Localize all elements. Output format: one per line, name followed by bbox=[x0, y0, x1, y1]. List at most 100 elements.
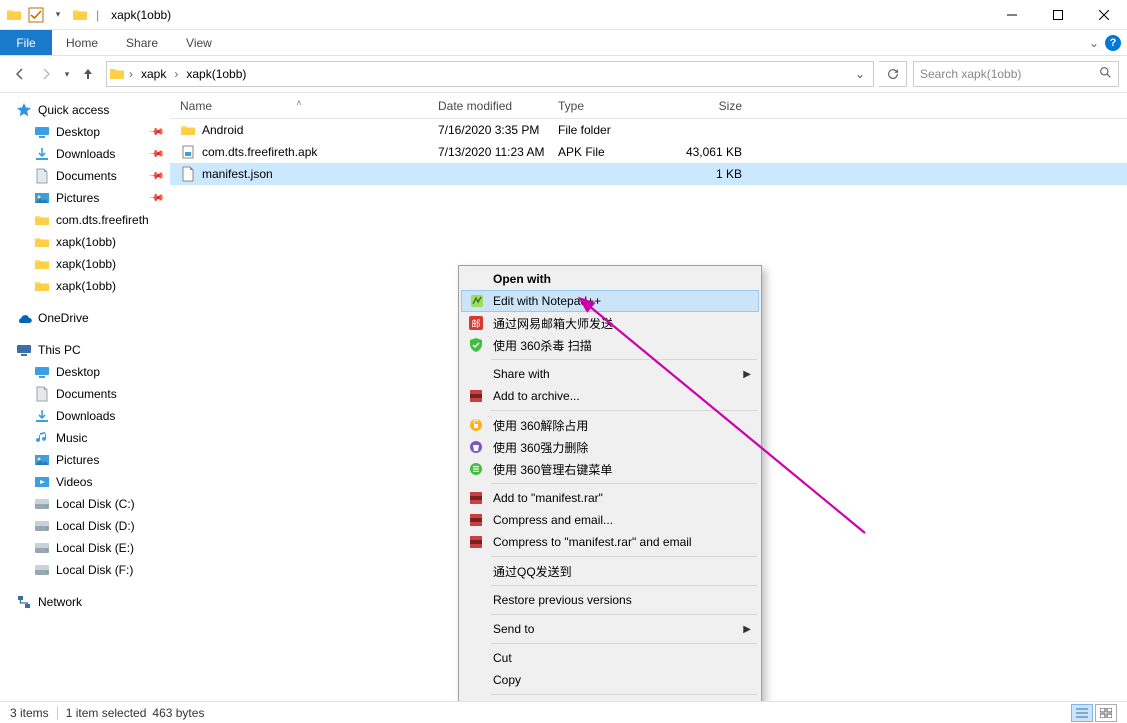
nav-back-button[interactable] bbox=[8, 62, 32, 86]
sidebar-item[interactable]: Music bbox=[0, 427, 170, 449]
sidebar-item[interactable]: Desktop bbox=[0, 361, 170, 383]
context-menu-item[interactable]: Send to▶ bbox=[461, 618, 759, 640]
file-row[interactable]: com.dts.freefireth.apk7/13/2020 11:23 AM… bbox=[170, 141, 1127, 163]
address-bar[interactable]: › xapk › xapk(1obb) ⌄ bbox=[106, 61, 874, 87]
file-row[interactable]: manifest.json1 KB bbox=[170, 163, 1127, 185]
status-selection: 1 item selected bbox=[66, 706, 147, 720]
window-title: xapk(1obb) bbox=[107, 8, 171, 22]
context-menu-item[interactable]: 使用 360强力删除 bbox=[461, 436, 759, 458]
context-menu-item[interactable]: 使用 360杀毒 扫描 bbox=[461, 334, 759, 356]
minimize-button[interactable] bbox=[989, 0, 1035, 30]
search-input[interactable]: Search xapk(1obb) bbox=[913, 61, 1119, 87]
context-menu-label: 使用 360强力删除 bbox=[493, 439, 588, 456]
sidebar-item[interactable]: xapk(1obb) bbox=[0, 231, 170, 253]
sidebar-item[interactable]: Local Disk (D:) bbox=[0, 515, 170, 537]
context-menu-item[interactable]: Create shortcut bbox=[461, 698, 759, 701]
sidebar-item-label: Downloads bbox=[56, 409, 115, 423]
help-icon[interactable]: ? bbox=[1105, 35, 1121, 51]
sidebar-onedrive[interactable]: OneDrive bbox=[0, 307, 170, 329]
refresh-button[interactable] bbox=[879, 61, 907, 87]
context-menu-item[interactable]: Compress to "manifest.rar" and email bbox=[461, 531, 759, 553]
column-size[interactable]: Size bbox=[668, 93, 758, 118]
breadcrumb-0[interactable]: xapk bbox=[137, 62, 170, 86]
context-menu-item[interactable]: Add to archive... bbox=[461, 385, 759, 407]
sidebar-item[interactable]: Local Disk (C:) bbox=[0, 493, 170, 515]
context-menu-item[interactable]: Share with▶ bbox=[461, 363, 759, 385]
sidebar-item[interactable]: Videos bbox=[0, 471, 170, 493]
context-menu-label: Edit with Notepad++ bbox=[493, 294, 601, 308]
onedrive-icon bbox=[16, 310, 32, 326]
sidebar-item[interactable]: Pictures bbox=[0, 449, 170, 471]
sidebar-item[interactable]: Documents bbox=[0, 383, 170, 405]
context-menu-separator bbox=[491, 643, 757, 644]
sidebar-item[interactable]: Downloads📌 bbox=[0, 143, 170, 165]
chevron-right-icon[interactable]: › bbox=[125, 67, 137, 81]
address-dropdown-icon[interactable]: ⌄ bbox=[849, 67, 871, 81]
column-type[interactable]: Type bbox=[548, 93, 668, 118]
sidebar-item[interactable]: com.dts.freefireth bbox=[0, 209, 170, 231]
breadcrumb-1[interactable]: xapk(1obb) bbox=[182, 62, 250, 86]
context-menu-item[interactable]: Cut bbox=[461, 647, 759, 669]
context-menu-label: Restore previous versions bbox=[493, 593, 632, 607]
qa-dropdown-icon[interactable]: ▾ bbox=[50, 7, 66, 23]
context-menu-label: 通过网易邮箱大师发送 bbox=[493, 315, 613, 332]
sidebar-item[interactable]: Desktop📌 bbox=[0, 121, 170, 143]
folder-icon bbox=[34, 234, 50, 250]
sidebar-item[interactable]: Downloads bbox=[0, 405, 170, 427]
pin-icon: 📌 bbox=[147, 168, 164, 185]
shield360-icon bbox=[467, 336, 485, 354]
sidebar-item[interactable]: xapk(1obb) bbox=[0, 253, 170, 275]
sidebar-item[interactable]: Pictures📌 bbox=[0, 187, 170, 209]
context-menu-item[interactable]: Restore previous versions bbox=[461, 589, 759, 611]
star-icon bbox=[16, 102, 32, 118]
sidebar-this-pc[interactable]: This PC bbox=[0, 339, 170, 361]
sidebar-item[interactable]: Local Disk (F:) bbox=[0, 559, 170, 581]
sidebar-item[interactable]: Local Disk (E:) bbox=[0, 537, 170, 559]
context-menu-item[interactable]: Edit with Notepad++ bbox=[461, 290, 759, 312]
context-menu-item[interactable]: Add to "manifest.rar" bbox=[461, 487, 759, 509]
context-menu-label: 使用 360杀毒 扫描 bbox=[493, 337, 592, 354]
qa-check-icon[interactable] bbox=[28, 7, 44, 23]
context-menu-item[interactable]: Compress and email... bbox=[461, 509, 759, 531]
column-date[interactable]: Date modified bbox=[428, 93, 548, 118]
desktop-icon bbox=[34, 124, 50, 140]
context-menu-separator bbox=[491, 556, 757, 557]
file-date: 7/16/2020 3:35 PM bbox=[428, 123, 548, 137]
svg-text:邮: 邮 bbox=[471, 318, 480, 329]
nav-up-button[interactable] bbox=[76, 62, 100, 86]
sidebar-item[interactable]: xapk(1obb) bbox=[0, 275, 170, 297]
sidebar-quick-access[interactable]: Quick access bbox=[0, 99, 170, 121]
context-menu-item[interactable]: 使用 360解除占用 bbox=[461, 414, 759, 436]
sidebar-item-label: Pictures bbox=[56, 191, 99, 205]
nav-forward-button[interactable] bbox=[34, 62, 58, 86]
search-placeholder: Search xapk(1obb) bbox=[920, 67, 1021, 81]
music-icon bbox=[34, 430, 50, 446]
chevron-right-icon[interactable]: › bbox=[170, 67, 182, 81]
context-menu-item[interactable]: 使用 360管理右键菜单 bbox=[461, 458, 759, 480]
sidebar-item-label: xapk(1obb) bbox=[56, 257, 116, 271]
ribbon: File Home Share View ⌄ ? bbox=[0, 30, 1127, 56]
sidebar-network[interactable]: Network bbox=[0, 591, 170, 613]
context-menu-item[interactable]: 邮 通过网易邮箱大师发送 bbox=[461, 312, 759, 334]
context-menu-item[interactable]: Copy bbox=[461, 669, 759, 691]
view-details-button[interactable] bbox=[1071, 704, 1093, 722]
rar-icon bbox=[467, 511, 485, 529]
close-button[interactable] bbox=[1081, 0, 1127, 30]
ribbon-tab-home[interactable]: Home bbox=[52, 30, 112, 55]
file-row[interactable]: Android7/16/2020 3:35 PMFile folder bbox=[170, 119, 1127, 141]
nav-recent-dropdown[interactable]: ▾ bbox=[60, 62, 74, 86]
view-large-button[interactable] bbox=[1095, 704, 1117, 722]
context-menu-item[interactable]: 通过QQ发送到 bbox=[461, 560, 759, 582]
context-menu-label: Add to "manifest.rar" bbox=[493, 491, 603, 505]
context-menu-label: Cut bbox=[493, 651, 512, 665]
ribbon-expand-icon[interactable]: ⌄ bbox=[1089, 36, 1099, 50]
maximize-button[interactable] bbox=[1035, 0, 1081, 30]
ribbon-file-tab[interactable]: File bbox=[0, 30, 52, 55]
sidebar-item[interactable]: Documents📌 bbox=[0, 165, 170, 187]
sidebar-item-label: Local Disk (F:) bbox=[56, 563, 133, 577]
ribbon-tab-view[interactable]: View bbox=[172, 30, 226, 55]
ribbon-tab-share[interactable]: Share bbox=[112, 30, 172, 55]
file-name: manifest.json bbox=[202, 167, 273, 181]
context-menu-item[interactable]: Open with bbox=[461, 268, 759, 290]
context-menu-separator bbox=[491, 483, 757, 484]
